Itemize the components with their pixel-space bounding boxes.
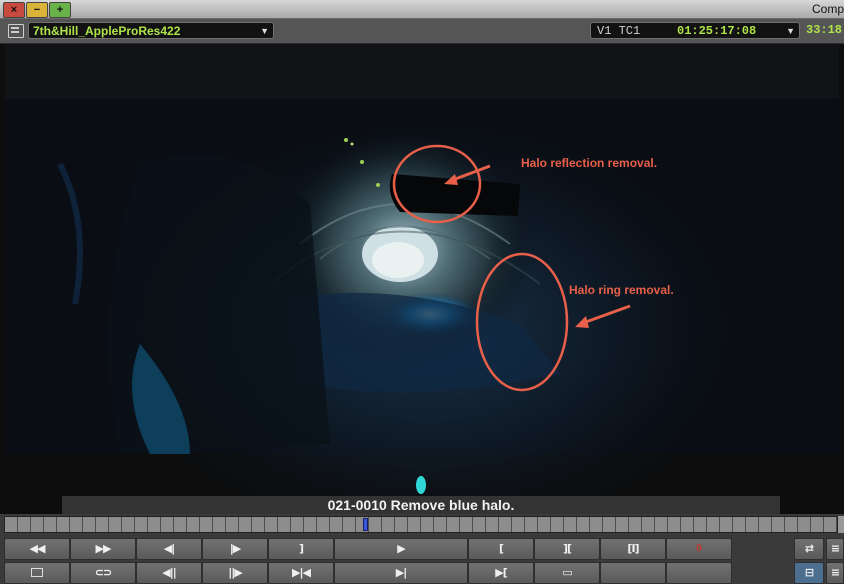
toggle-view-button[interactable]: ⊟ [794, 562, 824, 584]
list-button[interactable] [4, 562, 70, 584]
clear-marks-button[interactable]: ][ [534, 538, 600, 560]
clear-marks-icon: ][ [562, 542, 572, 555]
mark-in-icon: [ [498, 542, 504, 555]
annotation-halo-reflection: Halo reflection removal. [521, 156, 657, 170]
window-titlebar: × − + Comp [0, 0, 844, 19]
timecode-display[interactable]: V1 TC1 01:25:17:08 ▼ [590, 22, 800, 39]
chevron-down-icon: ▼ [260, 26, 269, 36]
video-frame: Halo reflection removal. Halo ring remov… [5, 44, 839, 514]
link-button[interactable]: ⊂⊃ [70, 562, 136, 584]
track-label: V1 TC1 [597, 24, 641, 38]
ruler-end [838, 516, 844, 533]
transport-row-1: ◀◀ ▶▶ ◀| |▶ ] ▶ [ ][ [I] 0 ⇄ ≡ [4, 538, 844, 560]
clip-name: 7th&Hill_AppleProRes422 [33, 24, 181, 38]
step-back-10-icon: ◀|| [162, 566, 176, 579]
mark-out-icon: ] [298, 542, 304, 555]
counter-button[interactable]: 0 [666, 538, 732, 560]
clip-name-menu[interactable]: 7th&Hill_AppleProRes422 ▼ [28, 22, 274, 39]
blank-button-1[interactable] [600, 562, 666, 584]
play-icon: ▶ [397, 542, 406, 555]
go-to-out-icon: ▶| [395, 566, 408, 579]
chevron-down-icon: ▼ [786, 26, 795, 36]
annotation-halo-ring: Halo ring removal. [569, 283, 674, 297]
go-to-out-button[interactable]: ▶| [334, 562, 468, 584]
rewind-icon: ◀◀ [29, 542, 46, 555]
close-window-button[interactable]: × [3, 2, 25, 18]
toggle-view-icon: ⊟ [804, 566, 814, 579]
rewind-button[interactable]: ◀◀ [4, 538, 70, 560]
playhead[interactable] [362, 518, 368, 531]
locator-marker-icon[interactable] [416, 476, 426, 494]
extra-button-1[interactable]: ⇄ [794, 538, 824, 560]
list-icon [31, 568, 43, 577]
composer-toolbar: 7th&Hill_AppleProRes422 ▼ V1 TC1 01:25:1… [0, 19, 844, 44]
trim-icon: ▶|◀ [292, 566, 311, 579]
caption-bar: 021-0010 Remove blue halo. [62, 496, 780, 514]
bin-menu-icon[interactable] [8, 24, 24, 38]
step-forward-10-button[interactable]: ||▶ [202, 562, 268, 584]
mark-in-button[interactable]: [ [468, 538, 534, 560]
window-title: Comp [811, 2, 844, 16]
timecode-value-2: 33:18 [806, 23, 843, 37]
maximize-window-button[interactable]: + [49, 2, 71, 18]
trim-button[interactable]: ▶|◀ [268, 562, 334, 584]
counter-value: 0 [696, 543, 702, 554]
minimize-window-button[interactable]: − [26, 2, 48, 18]
extra-button-2[interactable]: ≡ [826, 538, 844, 560]
transport-row-2: ⊂⊃ ◀|| ||▶ ▶|◀ ▶| ▶[ ▭ ⊟ ≡ [4, 562, 844, 584]
timeline-ruler[interactable] [4, 516, 838, 533]
mark-out-button[interactable]: ] [268, 538, 334, 560]
match-frame-icon: [I] [627, 542, 639, 555]
timecode-value: 01:25:17:08 [677, 24, 757, 38]
video-viewer[interactable]: Halo reflection removal. Halo ring remov… [0, 44, 844, 514]
step-back-10-button[interactable]: ◀|| [136, 562, 202, 584]
swap-icon: ⇄ [804, 542, 814, 555]
row2-menu-button[interactable]: ≡ [826, 562, 844, 584]
menu-icon: ≡ [830, 542, 840, 555]
link-icon: ⊂⊃ [94, 566, 112, 579]
fast-forward-icon: ▶▶ [95, 542, 112, 555]
step-forward-button[interactable]: |▶ [202, 538, 268, 560]
match-frame-button[interactable]: [I] [600, 538, 666, 560]
fast-forward-button[interactable]: ▶▶ [70, 538, 136, 560]
play-button[interactable]: ▶ [334, 538, 468, 560]
blank-button-2[interactable] [666, 562, 732, 584]
step-back-button[interactable]: ◀| [136, 538, 202, 560]
gang-icon: ▭ [562, 566, 572, 579]
step-forward-icon: |▶ [229, 542, 242, 555]
step-forward-10-icon: ||▶ [228, 566, 242, 579]
menu-icon: ≡ [830, 566, 840, 579]
go-to-in-button[interactable]: ▶[ [468, 562, 534, 584]
gang-button[interactable]: ▭ [534, 562, 600, 584]
go-to-in-icon: ▶[ [495, 566, 507, 579]
step-back-icon: ◀| [163, 542, 176, 555]
